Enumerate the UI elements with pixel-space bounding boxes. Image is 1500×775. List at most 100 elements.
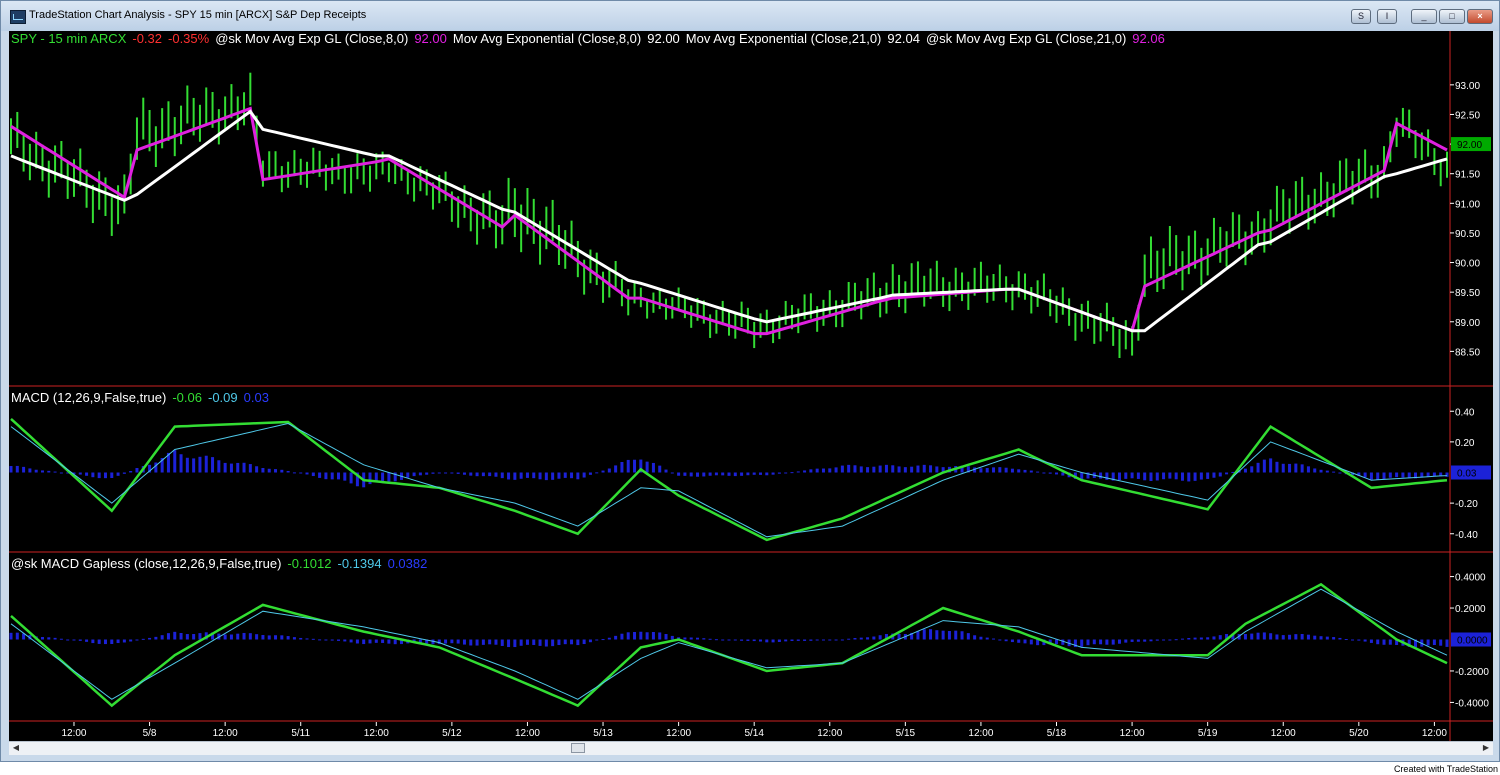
histogram-bar	[1168, 639, 1172, 641]
histogram-bar	[368, 639, 372, 644]
info-button[interactable]: I	[1377, 9, 1397, 24]
histogram-bar	[670, 635, 674, 640]
histogram-bar	[601, 470, 605, 473]
x-tick-label: 12:00	[364, 728, 389, 739]
histogram-bar	[1250, 633, 1254, 640]
chart-area[interactable]: 93.00 92.50 92.00 91.50 91.00 90.50 90.00 89.50…	[9, 31, 1493, 741]
horizontal-scrollbar[interactable]: ◀ ▶	[9, 741, 1493, 755]
y-tick-label: 89.00	[1455, 318, 1480, 329]
histogram-bar	[815, 639, 819, 641]
histogram-bar	[721, 639, 725, 641]
histogram-bar	[859, 466, 863, 473]
histogram-bar	[1300, 633, 1304, 640]
histogram-bar	[1319, 636, 1323, 640]
title-bar[interactable]: TradeStation Chart Analysis - SPY 15 min…	[1, 1, 1499, 31]
scroll-right-icon[interactable]: ▶	[1481, 743, 1491, 753]
histogram-bar	[1212, 636, 1216, 640]
x-tick-label: 12:00	[515, 728, 540, 739]
histogram-bar	[431, 472, 435, 474]
histogram-bar	[979, 636, 983, 640]
histogram-bar	[72, 639, 76, 641]
histogram-bar	[582, 472, 586, 478]
histogram-bar	[1218, 635, 1222, 640]
histogram-bar	[148, 637, 152, 640]
histogram-bar	[645, 632, 649, 640]
histogram-bar	[368, 472, 372, 485]
histogram-bar	[1225, 472, 1229, 475]
histogram-bar	[318, 639, 322, 641]
histogram-bar	[532, 639, 536, 645]
histogram-bar	[733, 472, 737, 477]
histogram-bar	[78, 472, 82, 475]
histogram-bar	[1218, 472, 1222, 477]
histogram-bar	[337, 472, 341, 480]
histogram-bar	[941, 630, 945, 640]
histogram-bar	[53, 471, 57, 473]
histogram-bar	[1080, 639, 1084, 647]
price-legend-item: 92.00	[647, 31, 680, 46]
histogram-bar	[557, 472, 561, 479]
histogram-bar	[444, 472, 448, 474]
histogram-bar	[1111, 639, 1115, 645]
histogram-bar	[330, 472, 334, 480]
histogram-bar	[992, 467, 996, 473]
histogram-bar	[1004, 639, 1008, 642]
histogram-bar	[696, 472, 700, 477]
histogram-bar	[1117, 472, 1121, 481]
histogram-bar	[683, 637, 687, 640]
scroll-thumb[interactable]	[571, 743, 585, 753]
chart-window: TradeStation Chart Analysis - SPY 15 min…	[0, 0, 1500, 762]
price-legend-item: 92.06	[1132, 31, 1165, 46]
histogram-bar	[740, 472, 744, 476]
histogram-bar	[658, 632, 662, 640]
histogram-bar	[834, 639, 838, 641]
x-tick-label: 5/14	[744, 728, 764, 739]
scroll-left-icon[interactable]: ◀	[11, 743, 21, 753]
histogram-bar	[1351, 639, 1355, 641]
footer-credit: Created with TradeStation	[1393, 764, 1498, 774]
histogram-bar	[758, 472, 762, 475]
histogram-bar	[280, 469, 284, 473]
maximize-button[interactable]: □	[1439, 9, 1465, 24]
histogram-bar	[236, 633, 240, 640]
histogram-bar	[374, 639, 378, 643]
histogram-bar	[651, 462, 655, 473]
histogram-bar	[670, 472, 674, 474]
histogram-bar	[1187, 638, 1191, 640]
histogram-bar	[135, 468, 139, 473]
histogram-bar	[1243, 633, 1247, 640]
histogram-bar	[1313, 468, 1317, 473]
histogram-bar	[267, 635, 271, 640]
histogram-bar	[337, 639, 341, 641]
last-value-text: 0.0000	[1457, 636, 1488, 647]
histogram-bar	[1332, 471, 1336, 473]
histogram-bar	[173, 450, 177, 473]
histogram-bar	[658, 465, 662, 473]
histogram-bar	[954, 630, 958, 640]
symbol-button[interactable]: S	[1351, 9, 1371, 24]
histogram-bar	[1136, 639, 1140, 642]
histogram-bar	[696, 637, 700, 640]
histogram-bar	[916, 465, 920, 473]
histogram-bar	[116, 639, 120, 644]
histogram-bar	[160, 635, 164, 640]
histogram-bar	[236, 462, 240, 473]
minimize-button[interactable]: _	[1411, 9, 1437, 24]
histogram-bar	[494, 639, 498, 645]
histogram-bar	[355, 639, 359, 644]
histogram-bar	[544, 472, 548, 481]
chart-canvas[interactable]: 93.00 92.50 92.00 91.50 91.00 90.50 90.00 89.50…	[9, 31, 1493, 741]
histogram-bar	[595, 639, 599, 641]
histogram-bar	[1325, 636, 1329, 640]
histogram-bar	[1388, 639, 1392, 645]
histogram-bar	[475, 639, 479, 646]
histogram-bar	[1445, 472, 1449, 477]
x-tick-label: 12:00	[1120, 728, 1145, 739]
histogram-bar	[179, 454, 183, 473]
histogram-bar	[1023, 469, 1027, 473]
close-button[interactable]: ×	[1467, 9, 1493, 24]
histogram-bar	[771, 472, 775, 475]
histogram-bar	[588, 472, 592, 475]
histogram-bar	[1029, 639, 1033, 645]
histogram-bar	[66, 639, 70, 641]
